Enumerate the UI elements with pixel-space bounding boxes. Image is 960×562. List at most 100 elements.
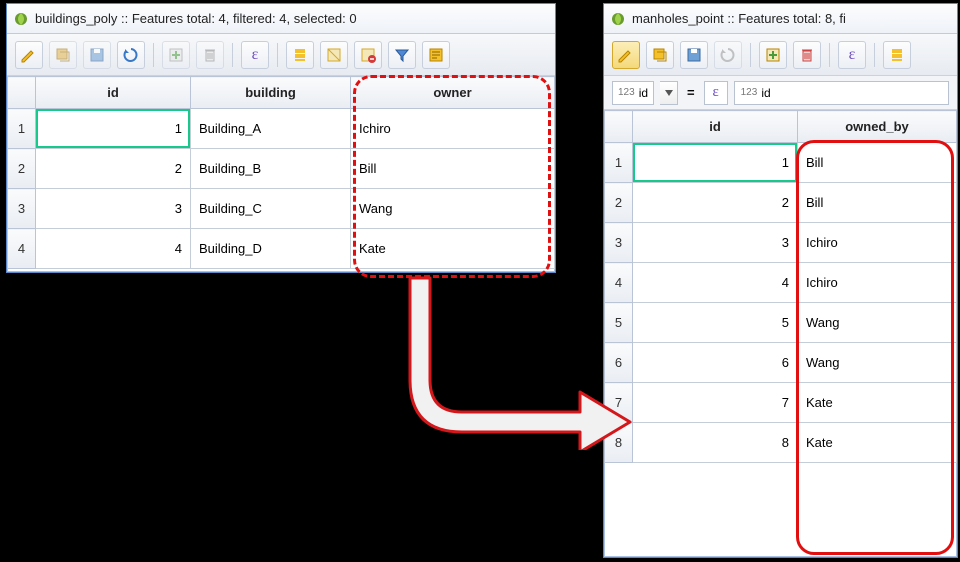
table-row[interactable]: 7 7 Kate (605, 383, 957, 423)
table-row[interactable]: 8 8 Kate (605, 423, 957, 463)
row-number[interactable]: 3 (8, 189, 36, 229)
new-field-button[interactable] (759, 41, 787, 69)
row-number[interactable]: 6 (605, 343, 633, 383)
deselect-all-button[interactable] (354, 41, 382, 69)
cell-id[interactable]: 8 (633, 423, 798, 463)
table-row[interactable]: 2 2 Building_B Bill (8, 149, 555, 189)
row-number[interactable]: 2 (605, 183, 633, 223)
corner-header[interactable] (605, 111, 633, 143)
cell-owner[interactable]: Bill (351, 149, 555, 189)
expression-input[interactable]: 123 id (734, 81, 949, 105)
cell-owned-by[interactable]: Wang (798, 303, 957, 343)
delete-field-button[interactable] (793, 41, 821, 69)
cell-id[interactable]: 6 (633, 343, 798, 383)
save-edits-button[interactable] (83, 41, 111, 69)
column-header-owned-by[interactable]: owned_by (798, 111, 957, 143)
epsilon-icon: ε (252, 46, 259, 64)
toolbar: ε (7, 34, 555, 76)
cell-building[interactable]: Building_B (191, 149, 351, 189)
field-select-value: id (639, 86, 648, 100)
row-number[interactable]: 8 (605, 423, 633, 463)
cell-id[interactable]: 3 (633, 223, 798, 263)
cell-owned-by[interactable]: Bill (798, 143, 957, 183)
row-number[interactable]: 7 (605, 383, 633, 423)
window-title-text: buildings_poly :: Features total: 4, fil… (35, 11, 357, 26)
row-number[interactable]: 1 (605, 143, 633, 183)
cell-owner[interactable]: Kate (351, 229, 555, 269)
cell-owner[interactable]: Ichiro (351, 109, 555, 149)
window-title-bar[interactable]: manholes_point :: Features total: 8, fi (604, 4, 957, 34)
row-number[interactable]: 4 (8, 229, 36, 269)
select-all-button[interactable] (286, 41, 314, 69)
qgis-icon (13, 11, 29, 27)
cell-id[interactable]: 1 (633, 143, 798, 183)
reload-button[interactable] (117, 41, 145, 69)
row-number[interactable]: 1 (8, 109, 36, 149)
cell-id[interactable]: 4 (36, 229, 191, 269)
table-row[interactable]: 3 3 Ichiro (605, 223, 957, 263)
expression-button[interactable]: ε (838, 41, 866, 69)
window-title-text: manholes_point :: Features total: 8, fi (632, 11, 846, 26)
toggle-editing-button[interactable] (15, 41, 43, 69)
filter-button[interactable] (388, 41, 416, 69)
cell-owned-by[interactable]: Kate (798, 423, 957, 463)
cell-owned-by[interactable]: Wang (798, 343, 957, 383)
chevron-down-icon (665, 90, 673, 96)
cell-owned-by[interactable]: Bill (798, 183, 957, 223)
cell-owner[interactable]: Wang (351, 189, 555, 229)
multi-edit-button[interactable] (49, 41, 77, 69)
table-row[interactable]: 6 6 Wang (605, 343, 957, 383)
column-header-id[interactable]: id (633, 111, 798, 143)
table-row[interactable]: 2 2 Bill (605, 183, 957, 223)
attribute-table[interactable]: id owned_by 1 1 Bill 2 2 Bill 3 3 (604, 110, 957, 463)
field-select-dropdown[interactable]: 123 id (612, 81, 654, 105)
cell-id[interactable]: 7 (633, 383, 798, 423)
cell-owned-by[interactable]: Kate (798, 383, 957, 423)
new-field-button[interactable] (162, 41, 190, 69)
select-all-button[interactable] (883, 41, 911, 69)
delete-field-button[interactable] (196, 41, 224, 69)
table-row[interactable]: 1 1 Bill (605, 143, 957, 183)
table-row[interactable]: 3 3 Building_C Wang (8, 189, 555, 229)
manholes-attribute-table-window: manholes_point :: Features total: 8, fi … (603, 3, 958, 558)
column-header-building[interactable]: building (191, 77, 351, 109)
cell-id[interactable]: 3 (36, 189, 191, 229)
table-row[interactable]: 4 4 Ichiro (605, 263, 957, 303)
row-number[interactable]: 4 (605, 263, 633, 303)
invert-selection-button[interactable] (320, 41, 348, 69)
row-number[interactable]: 3 (605, 223, 633, 263)
number-type-icon: 123 (618, 87, 635, 98)
cell-building[interactable]: Building_C (191, 189, 351, 229)
toolbar-separator (874, 43, 875, 67)
reload-button[interactable] (714, 41, 742, 69)
cell-id[interactable]: 2 (36, 149, 191, 189)
cell-id[interactable]: 1 (36, 109, 191, 149)
save-edits-button[interactable] (680, 41, 708, 69)
row-number[interactable]: 2 (8, 149, 36, 189)
window-title-bar[interactable]: buildings_poly :: Features total: 4, fil… (7, 4, 555, 34)
cell-owned-by[interactable]: Ichiro (798, 223, 957, 263)
corner-header[interactable] (8, 77, 36, 109)
expression-dialog-button[interactable]: ε (704, 81, 728, 105)
table-row[interactable]: 1 1 Building_A Ichiro (8, 109, 555, 149)
field-select-dropdown-button[interactable] (660, 81, 678, 105)
toggle-editing-button[interactable] (612, 41, 640, 69)
column-header-id[interactable]: id (36, 77, 191, 109)
form-view-button[interactable] (422, 41, 450, 69)
epsilon-icon: ε (849, 46, 856, 64)
table-row[interactable]: 5 5 Wang (605, 303, 957, 343)
cell-owned-by[interactable]: Ichiro (798, 263, 957, 303)
attribute-table[interactable]: id building owner 1 1 Building_A Ichiro … (7, 76, 555, 269)
cell-id[interactable]: 4 (633, 263, 798, 303)
equals-label: = (684, 85, 698, 100)
cell-id[interactable]: 5 (633, 303, 798, 343)
table-row[interactable]: 4 4 Building_D Kate (8, 229, 555, 269)
row-number[interactable]: 5 (605, 303, 633, 343)
column-header-owner[interactable]: owner (351, 77, 555, 109)
cell-building[interactable]: Building_A (191, 109, 351, 149)
toolbar-separator (153, 43, 154, 67)
cell-id[interactable]: 2 (633, 183, 798, 223)
expression-button[interactable]: ε (241, 41, 269, 69)
multi-edit-button[interactable] (646, 41, 674, 69)
cell-building[interactable]: Building_D (191, 229, 351, 269)
